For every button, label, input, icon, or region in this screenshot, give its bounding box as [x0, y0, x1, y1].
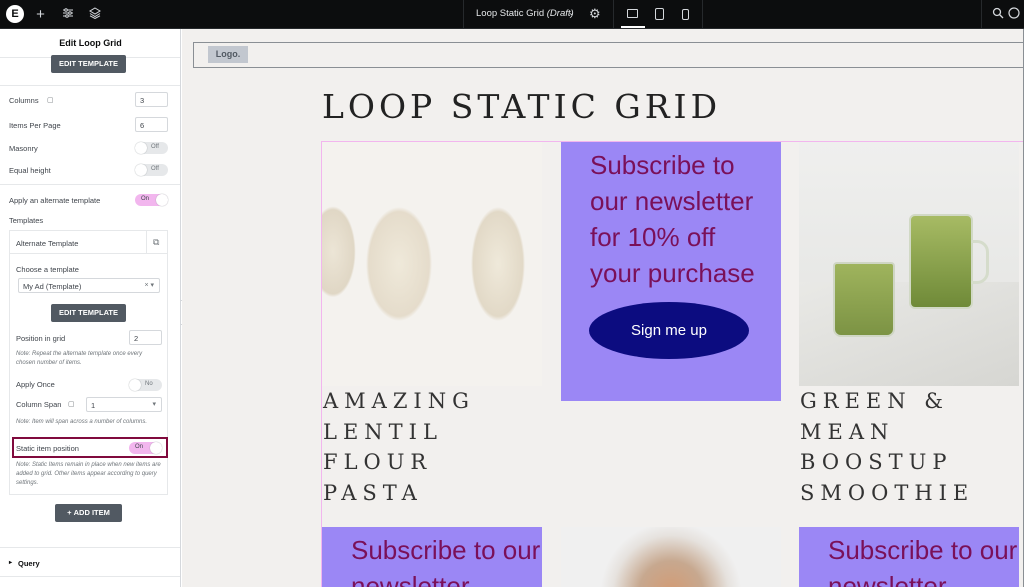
plus-icon[interactable]: +	[31, 5, 50, 24]
sign-me-up-button[interactable]: Sign me up	[589, 302, 749, 359]
edit-template-button[interactable]: EDIT TEMPLATE	[51, 55, 126, 73]
toggle-knob	[156, 194, 168, 206]
newsletter-promo-card-2: Subscribe to our newsletter	[322, 527, 542, 587]
mobile-icon[interactable]	[682, 9, 689, 20]
elementor-logo-icon[interactable]: E	[6, 5, 24, 23]
clear-and-chevron-icon[interactable]: × ▾	[144, 281, 154, 289]
newsletter-promo-card-3: Subscribe to our newsletter	[799, 527, 1019, 587]
promo-text-3: Subscribe to our newsletter	[828, 535, 1018, 587]
static-position-highlight	[12, 437, 168, 458]
divider	[613, 0, 614, 29]
layers-icon[interactable]	[85, 5, 104, 24]
query-section[interactable]: ▸ Query	[0, 547, 180, 577]
tablet-icon[interactable]	[655, 8, 664, 20]
desktop-icon[interactable]: ▢	[47, 96, 54, 104]
divider	[0, 184, 180, 185]
help-icon[interactable]	[1007, 5, 1021, 24]
items-per-page-label: Items Per Page	[9, 121, 61, 130]
divider	[146, 231, 147, 253]
pasta-image[interactable]	[322, 142, 542, 386]
columns-input[interactable]: 3	[135, 92, 168, 107]
items-per-page-input[interactable]: 6	[135, 117, 168, 132]
site-logo[interactable]: Logo.	[208, 46, 248, 63]
selected-template: My Ad (Template)	[23, 282, 82, 291]
masonry-toggle[interactable]: Off	[135, 142, 168, 154]
toggle-state: Off	[151, 166, 159, 172]
columns-label: Columns	[9, 96, 39, 105]
column-span-label: Column Span	[16, 400, 62, 409]
jar-handle	[971, 240, 989, 284]
editor-panel: Edit Loop Grid EDIT TEMPLATE Columns ▢ 3…	[0, 29, 181, 587]
position-input[interactable]: 2	[129, 330, 162, 345]
position-note: Note: Repeat the alternate template once…	[16, 351, 143, 366]
divider	[0, 85, 180, 86]
page-title: LOOP STATIC GRID	[322, 87, 722, 126]
card-title-pasta[interactable]: AMAZING LENTIL FLOUR PASTA	[323, 386, 533, 508]
add-item-button[interactable]: + ADD ITEM	[55, 504, 122, 522]
equal-height-label: Equal height	[9, 166, 51, 175]
templates-label: Templates	[9, 216, 44, 225]
alt-template-header[interactable]: Alternate Template ⧉	[9, 230, 168, 254]
alt-template-label: Apply an alternate template	[9, 196, 101, 205]
apply-once-label: Apply Once	[16, 380, 55, 389]
dish-image[interactable]	[561, 527, 781, 587]
edit-template-button-inner[interactable]: EDIT TEMPLATE	[51, 304, 126, 322]
top-bar: E + Loop Static Grid (Draft) ⌄ ⚙	[0, 0, 1024, 29]
alt-template-toggle[interactable]: On	[135, 194, 168, 206]
duplicate-icon[interactable]: ⧉	[153, 237, 159, 248]
top-right-tools	[981, 0, 1024, 29]
smoothie-image[interactable]	[799, 142, 1019, 386]
column-span-note: Note: Item will span across a number of …	[16, 419, 148, 425]
toggle-knob	[135, 142, 147, 154]
desktop-icon[interactable]	[627, 9, 638, 18]
toggle-state: No	[145, 381, 153, 387]
static-position-note: Note: Static Items remain in place when …	[16, 462, 161, 486]
chevron-down-icon[interactable]: ⌄	[568, 8, 575, 17]
panel-title: Edit Loop Grid	[0, 29, 180, 58]
toggle-state: Off	[151, 144, 159, 150]
site-header[interactable]	[193, 42, 1023, 68]
card-title-smoothie[interactable]: GREEN & MEAN BOOSTUP SMOOTHIE	[800, 386, 1015, 508]
position-label: Position in grid	[16, 334, 66, 343]
toggle-knob	[135, 164, 147, 176]
choose-template-select[interactable]: My Ad (Template) × ▾	[18, 278, 160, 293]
toggle-state: On	[141, 196, 150, 202]
document-switcher: Loop Static Grid (Draft) ⌄ ⚙	[463, 0, 703, 29]
choose-template-label: Choose a template	[16, 265, 79, 274]
promo-text-2: Subscribe to our newsletter	[351, 535, 541, 587]
chevron-down-icon: ▾	[152, 401, 156, 408]
document-title[interactable]: Loop Static Grid (Draft)	[476, 8, 574, 19]
newsletter-promo-card: Subscribe to our newsletter for 10% off …	[561, 142, 781, 401]
active-device-indicator	[621, 26, 645, 28]
sliders-icon[interactable]	[58, 5, 77, 24]
alt-template-body: Choose a template My Ad (Template) × ▾ E…	[9, 253, 168, 495]
column-span-select[interactable]: 1 ▾	[86, 397, 162, 412]
apply-once-toggle[interactable]: No	[129, 379, 162, 391]
column-span-value: 1	[91, 401, 96, 410]
search-icon[interactable]	[988, 5, 1007, 24]
jar	[909, 214, 973, 309]
desktop-icon[interactable]: ▢	[68, 400, 75, 408]
toggle-knob	[129, 379, 141, 391]
promo-text: Subscribe to our newsletter for 10% off …	[590, 150, 755, 288]
glass	[833, 262, 895, 337]
preview-canvas: Logo. LOOP STATIC GRID AMAZING LENTIL FL…	[182, 29, 1024, 587]
masonry-label: Masonry	[9, 144, 38, 153]
alt-template-title: Alternate Template	[16, 239, 79, 248]
query-label: Query	[18, 559, 40, 568]
equal-height-toggle[interactable]: Off	[135, 164, 168, 176]
document-title-text: Loop Static Grid	[476, 8, 545, 19]
gear-icon[interactable]: ⚙	[589, 6, 601, 22]
add-item-label: ADD ITEM	[73, 508, 110, 517]
caret-right-icon: ▸	[9, 560, 13, 566]
